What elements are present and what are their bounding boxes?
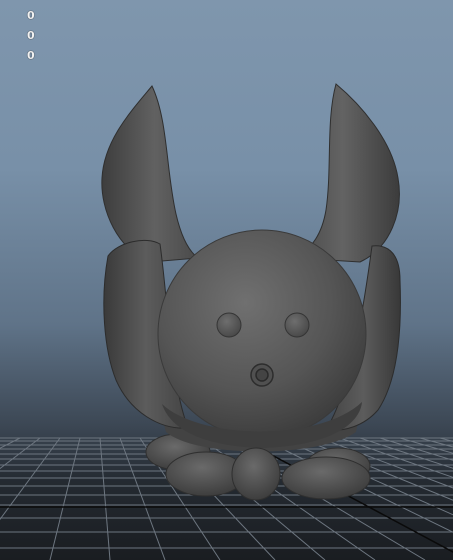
right-horn [294, 83, 400, 263]
head-sphere [157, 229, 367, 439]
hud-readout-1: 0 [27, 9, 35, 22]
scene-canvas [0, 83, 453, 560]
3d-viewport[interactable]: 0 0 0 [0, 0, 453, 560]
left-eye [216, 312, 242, 338]
center-nub [231, 447, 281, 501]
hud-readout-2: 0 [27, 29, 35, 42]
right-front-foot [281, 456, 371, 500]
hud-readout: 0 0 0 [27, 8, 35, 68]
left-horn [101, 85, 200, 263]
mouth [250, 363, 274, 387]
right-eye [284, 312, 310, 338]
hud-readout-3: 0 [27, 49, 35, 62]
